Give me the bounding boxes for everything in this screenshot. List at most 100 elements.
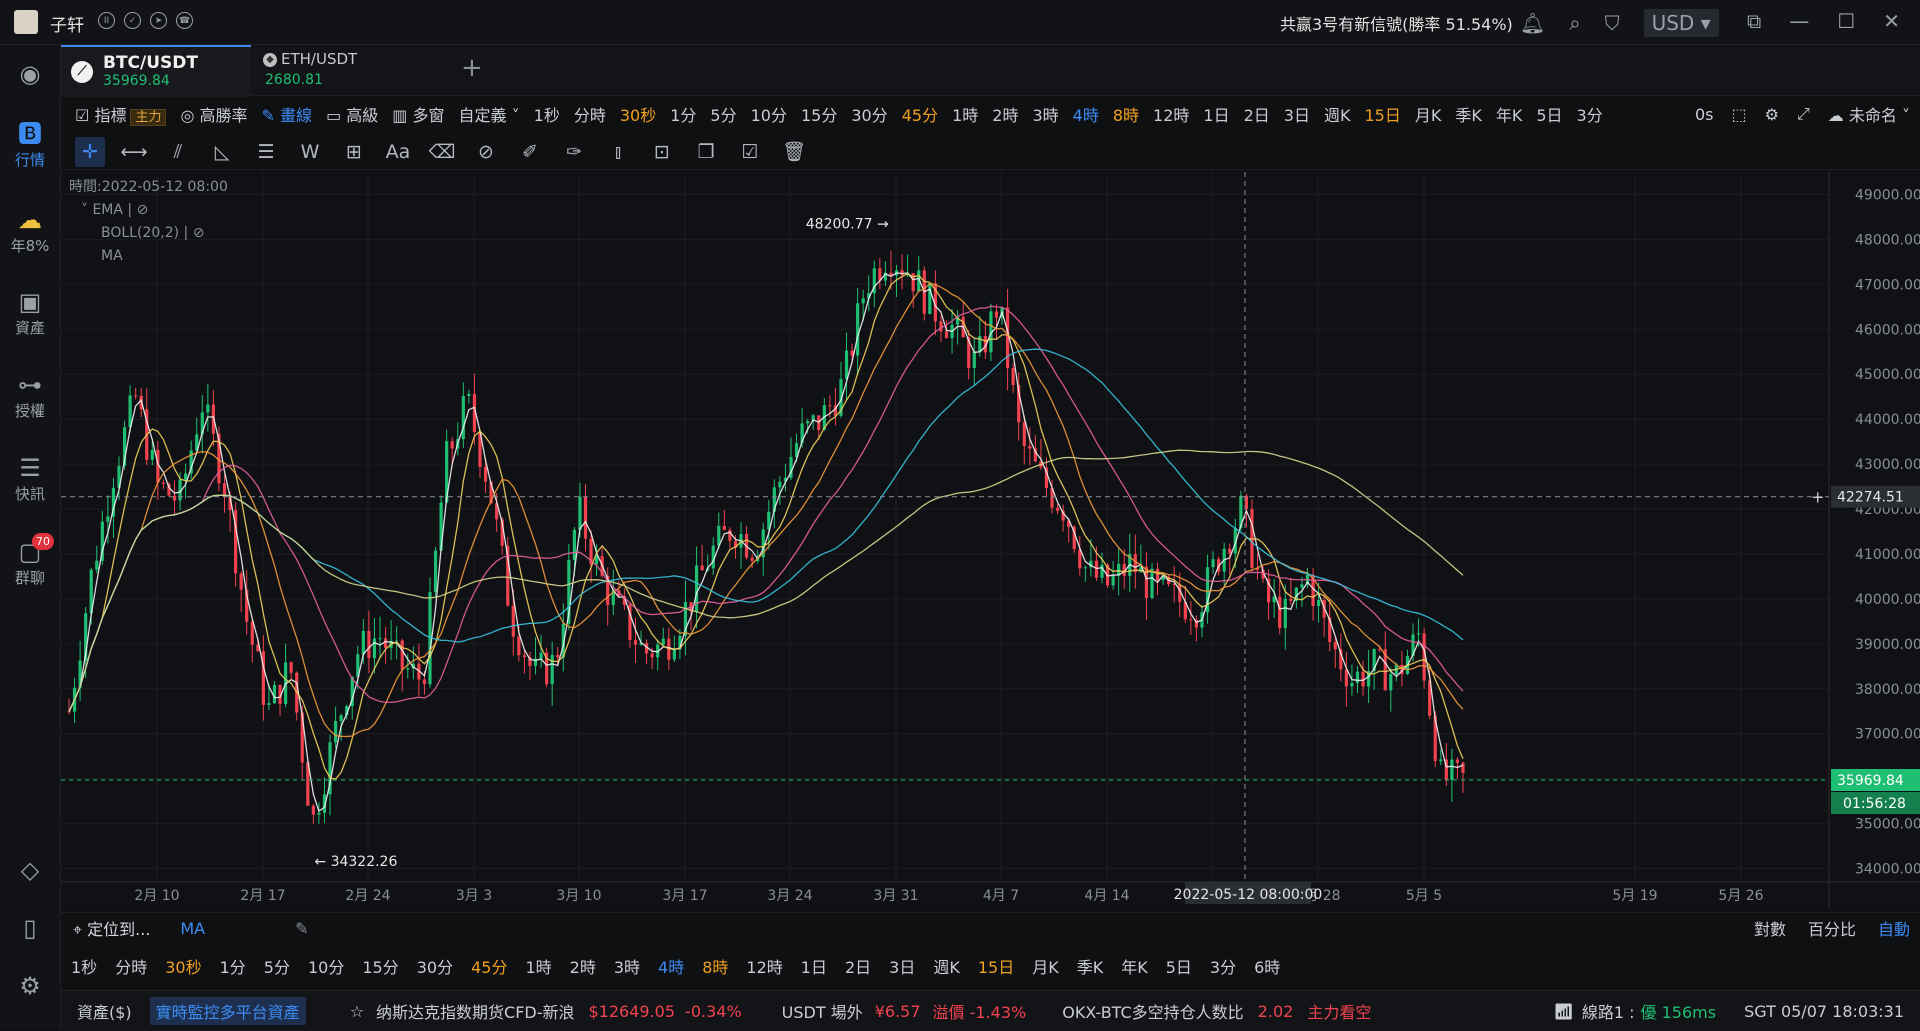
settings-icon[interactable]: ⚙ [1765, 105, 1779, 124]
edit-icon[interactable]: ✎ [295, 919, 308, 938]
add-tab-icon[interactable]: + [461, 53, 483, 83]
nav-diamond[interactable]: ◇ [0, 855, 60, 885]
trash-icon[interactable]: 🗑︎ [779, 137, 809, 167]
auto-scale-button[interactable]: 自動 [1878, 916, 1910, 940]
nav-item-auth[interactable]: ⊶ 授權 [0, 370, 60, 421]
fib-tool-icon[interactable]: ☰ [251, 137, 281, 167]
text-tool-icon[interactable]: Aa [383, 137, 413, 167]
interval-1[interactable]: 分時 [574, 102, 606, 126]
nav-settings[interactable]: ⚙ [0, 971, 60, 1001]
interval-2[interactable]: 30秒 [620, 102, 656, 126]
interval-8[interactable]: 45分 [902, 102, 938, 126]
compass-icon[interactable]: ➤ [150, 12, 167, 29]
candlestick-chart[interactable]: 34000.0035000.0036000.0037000.0038000.00… [61, 172, 1920, 908]
interval-14[interactable]: 12時 [1153, 102, 1189, 126]
nav-logo[interactable]: ◉ [0, 59, 60, 89]
interval-7[interactable]: 30分 [851, 102, 887, 126]
interval-15[interactable]: 1日 [1203, 102, 1229, 126]
interval-17[interactable]: 3日 [889, 954, 915, 978]
interval-10[interactable]: 2時 [570, 954, 596, 978]
interval-3[interactable]: 1分 [220, 954, 246, 978]
measure-tool-icon[interactable]: ⊞ [339, 137, 369, 167]
popout-icon[interactable]: ⧉ [1747, 9, 1761, 33]
interval-8[interactable]: 45分 [471, 954, 507, 978]
interval-0[interactable]: 1秒 [71, 954, 97, 978]
interval-22[interactable]: 年K [1121, 954, 1148, 978]
star-icon[interactable]: ☆ [350, 1002, 364, 1021]
log-scale-button[interactable]: 對數 [1754, 916, 1786, 940]
interval-3[interactable]: 1分 [670, 102, 696, 126]
tab-eth[interactable]: ◆ ETH/USDT 2680.81 [253, 45, 443, 95]
interval-16[interactable]: 2日 [845, 954, 871, 978]
close-icon[interactable]: ✕ [1883, 9, 1900, 33]
advanced-button[interactable]: ▭ 高級 [326, 102, 378, 126]
interval-22[interactable]: 年K [1496, 102, 1523, 126]
interval-10[interactable]: 2時 [992, 102, 1018, 126]
interval-13[interactable]: 8時 [1113, 102, 1139, 126]
search-icon[interactable]: ⌕ [1569, 11, 1580, 35]
interval-18[interactable]: 週K [933, 954, 960, 978]
angle-tool-icon[interactable]: ◺ [207, 137, 237, 167]
wave-tool-icon[interactable]: W [295, 137, 325, 167]
eraser-tool-icon[interactable]: ⌫ [427, 137, 457, 167]
magnet-tool-icon[interactable]: ⊘ [471, 137, 501, 167]
eye-off-icon[interactable]: ⊘ [193, 225, 205, 241]
brush-tool-icon[interactable]: ✑ [559, 137, 589, 167]
shirt-icon[interactable]: ⛉ [1605, 11, 1620, 35]
interval-24[interactable]: 3分 [1577, 102, 1603, 126]
nav-item-assets[interactable]: ▣ 資產 [0, 287, 60, 338]
interval-17[interactable]: 3日 [1284, 102, 1310, 126]
interval-4[interactable]: 5分 [264, 954, 290, 978]
interval-19[interactable]: 15日 [978, 954, 1014, 978]
phone-icon[interactable]: ☎ [176, 12, 193, 29]
refresh-time[interactable]: 0s [1695, 105, 1714, 124]
minimize-icon[interactable]: — [1789, 9, 1809, 33]
interval-1[interactable]: 分時 [115, 954, 147, 978]
interval-23[interactable]: 5日 [1536, 102, 1562, 126]
interval-12[interactable]: 4時 [658, 954, 684, 978]
interval-9[interactable]: 1時 [952, 102, 978, 126]
lock-tool-icon[interactable]: ⊡ [647, 137, 677, 167]
nav-mobile[interactable]: ▯ [0, 913, 60, 943]
interval-21[interactable]: 季K [1077, 954, 1104, 978]
percent-scale-button[interactable]: 百分比 [1808, 916, 1856, 940]
line-label[interactable]: 線路1 : [1582, 999, 1635, 1023]
interval-5[interactable]: 10分 [751, 102, 787, 126]
crosshair-tool-icon[interactable]: ✛ [75, 136, 105, 167]
interval-12[interactable]: 4時 [1073, 102, 1099, 126]
bell-icon[interactable]: 🔔︎ [1520, 11, 1545, 35]
interval-2[interactable]: 30秒 [165, 954, 201, 978]
fullscreen-icon[interactable]: ⤢ [1797, 104, 1810, 124]
interval-25[interactable]: 6時 [1254, 954, 1280, 978]
interval-21[interactable]: 季K [1455, 102, 1482, 126]
interval-6[interactable]: 15分 [801, 102, 837, 126]
legend-ma[interactable]: MA [69, 245, 228, 268]
monitor-button[interactable]: 實時監控多平台資產 [149, 997, 306, 1025]
pause-icon[interactable]: II [98, 12, 115, 29]
chart-area[interactable]: 34000.0035000.0036000.0037000.0038000.00… [61, 172, 1920, 908]
screenshot-icon[interactable]: ⬚ [1732, 105, 1747, 124]
ticker-name[interactable]: 纳斯达克指数期货CFD-新浪 [376, 999, 574, 1023]
eye-off-icon[interactable]: ⊘ [137, 202, 149, 218]
custom-button[interactable]: 自定義 ˅ [459, 102, 520, 126]
interval-18[interactable]: 週K [1324, 102, 1351, 126]
interval-20[interactable]: 月K [1032, 954, 1059, 978]
win-rate-button[interactable]: ◎ 高勝率 [180, 102, 247, 126]
channel-tool-icon[interactable]: ⫽ [163, 137, 193, 167]
interval-20[interactable]: 月K [1415, 102, 1442, 126]
indicator-button[interactable]: ☑ 指標 主力 [75, 102, 167, 126]
interval-16[interactable]: 2日 [1244, 102, 1270, 126]
edit-tool-icon[interactable]: ☑ [735, 137, 765, 167]
interval-9[interactable]: 1時 [525, 954, 551, 978]
maximize-icon[interactable]: ☐ [1837, 9, 1855, 33]
tab-btc[interactable]: ⟋ BTC/USDT 35969.84 [61, 45, 251, 97]
copy-tool-icon[interactable]: ❐ [691, 137, 721, 167]
legend-ema[interactable]: ˅ EMA | ⊘ [69, 199, 228, 222]
interval-24[interactable]: 3分 [1210, 954, 1236, 978]
interval-0[interactable]: 1秒 [534, 102, 560, 126]
candles-tool-icon[interactable]: ⫾ [603, 137, 633, 167]
interval-11[interactable]: 3時 [1032, 102, 1058, 126]
currency-select[interactable]: USD ▾ [1643, 9, 1719, 37]
signal-notice[interactable]: 共赢3号有新信號(勝率 51.54%) [1280, 11, 1513, 35]
interval-19[interactable]: 15日 [1364, 102, 1400, 126]
